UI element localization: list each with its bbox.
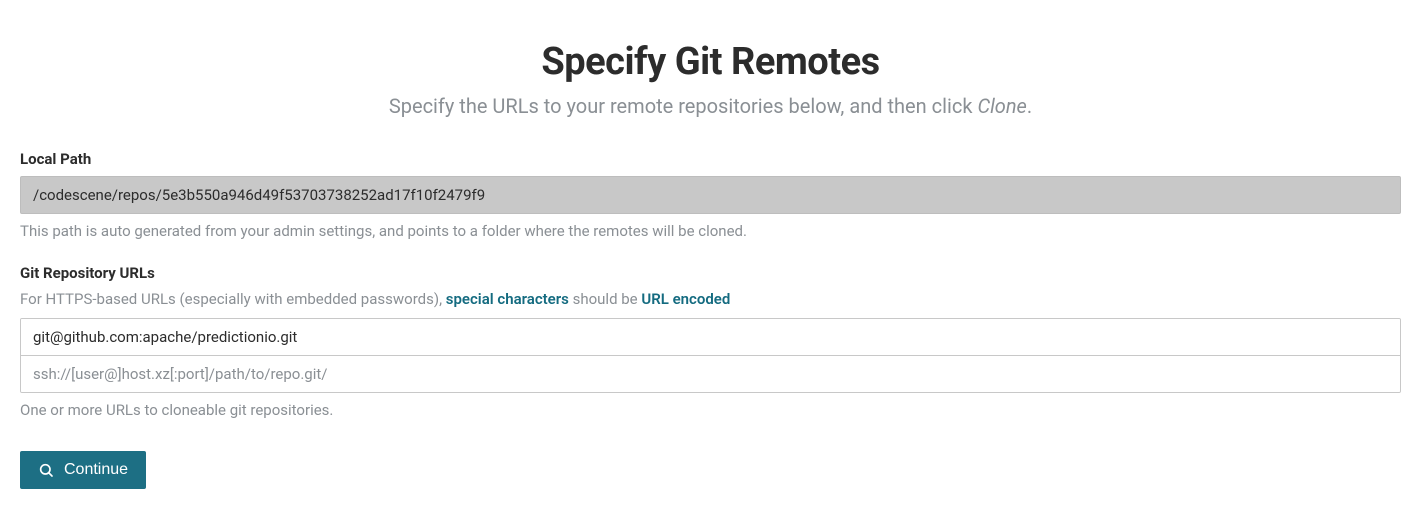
- continue-button[interactable]: Continue: [20, 451, 146, 489]
- local-path-label: Local Path: [20, 150, 1401, 168]
- local-path-input[interactable]: [20, 176, 1401, 214]
- repo-url-input-2[interactable]: [21, 356, 1400, 392]
- continue-button-label: Continue: [64, 461, 128, 479]
- local-path-help: This path is auto generated from your ad…: [20, 222, 1401, 240]
- subtitle-suffix: .: [1027, 94, 1032, 118]
- page-subtitle: Specify the URLs to your remote reposito…: [20, 94, 1401, 118]
- local-path-group: Local Path This path is auto generated f…: [20, 150, 1401, 240]
- repo-url-input-list: [20, 318, 1401, 393]
- repo-url-input-1[interactable]: [21, 319, 1400, 356]
- subtitle-prefix: Specify the URLs to your remote reposito…: [389, 94, 978, 118]
- repo-urls-group: Git Repository URLs For HTTPS-based URLs…: [20, 264, 1401, 419]
- repo-urls-post-help: One or more URLs to cloneable git reposi…: [20, 401, 1401, 419]
- page-title: Specify Git Remotes: [20, 40, 1401, 84]
- repo-urls-pre-help: For HTTPS-based URLs (especially with em…: [20, 290, 1401, 308]
- pre-help-mid: should be: [569, 290, 641, 308]
- pre-help-prefix: For HTTPS-based URLs (especially with em…: [20, 290, 446, 308]
- special-characters-link[interactable]: special characters: [446, 290, 569, 308]
- repo-urls-label: Git Repository URLs: [20, 264, 1401, 282]
- search-icon: [38, 462, 54, 478]
- subtitle-action: Clone: [977, 94, 1026, 118]
- url-encoded-link[interactable]: URL encoded: [641, 290, 730, 308]
